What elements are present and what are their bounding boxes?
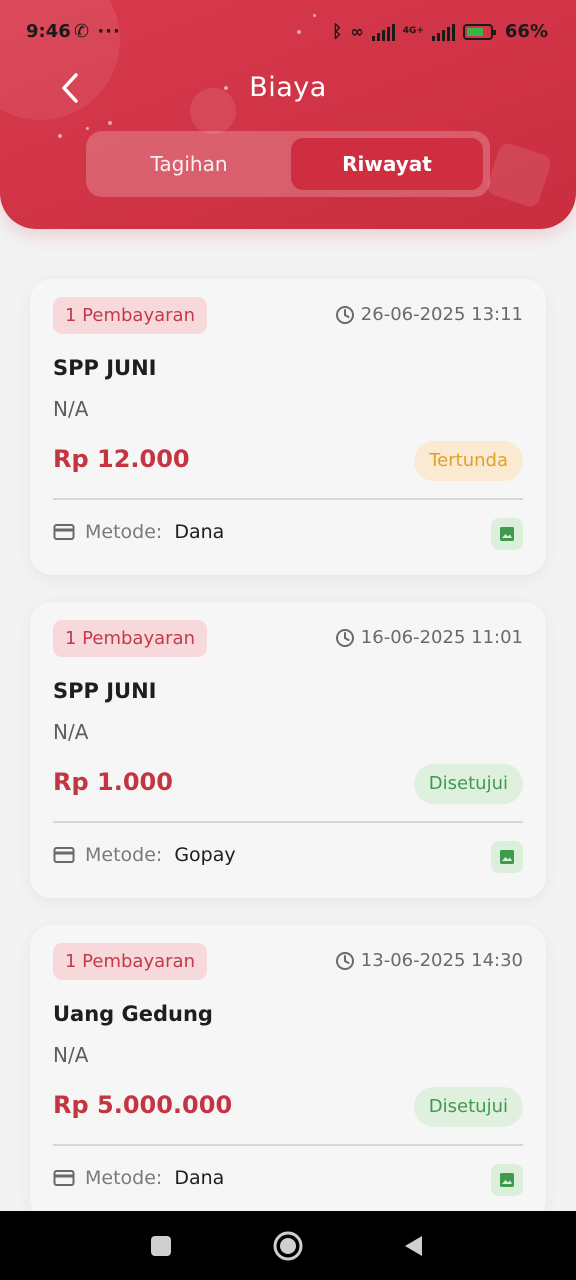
square-icon [151, 1235, 171, 1256]
payment-amount: Rp 12.000 [53, 445, 190, 473]
page-title: Biaya [249, 72, 327, 103]
payment-method: Metode: Dana [53, 521, 224, 543]
payment-datetime: 16-06-2025 11:01 [360, 627, 523, 648]
bluetooth-icon: ᛒ [332, 21, 343, 42]
divider [53, 821, 523, 823]
notification-icons: ✆ ··· [74, 21, 121, 42]
credit-card-icon [53, 1170, 75, 1186]
payment-amount: Rp 5.000.000 [53, 1091, 233, 1119]
divider [53, 498, 523, 500]
payment-amount: Rp 1.000 [53, 768, 173, 796]
credit-card-icon [53, 847, 75, 863]
payment-subtitle: N/A [53, 1043, 89, 1067]
payment-card[interactable]: 1 Pembayaran 13-06-2025 14:30 Uang Gedun… [30, 925, 546, 1221]
tab-riwayat[interactable]: Riwayat [291, 138, 483, 190]
network-type: 4G+ [402, 26, 424, 36]
payment-subtitle: N/A [53, 720, 89, 744]
view-proof-button[interactable] [491, 1164, 523, 1196]
credit-card-icon [53, 524, 75, 540]
system-nav-bar [0, 1211, 576, 1280]
payment-subtitle: N/A [53, 397, 89, 421]
payment-title: SPP JUNI [53, 679, 157, 703]
view-proof-button[interactable] [491, 518, 523, 550]
clock-icon [335, 951, 354, 970]
status-bar: 9:46 ✆ ··· ᛒ ∞ 4G+ 66% [0, 18, 576, 48]
payment-card[interactable]: 1 Pembayaran 26-06-2025 13:11 SPP JUNI N… [30, 279, 546, 575]
payment-count-badge: 1 Pembayaran [53, 943, 207, 980]
triangle-back-icon [405, 1235, 422, 1256]
tab-tagihan[interactable]: Tagihan [93, 138, 285, 190]
status-badge: Disetujui [413, 1087, 523, 1127]
image-icon [500, 1173, 514, 1187]
divider [53, 1144, 523, 1146]
payment-card[interactable]: 1 Pembayaran 16-06-2025 11:01 SPP JUNI N… [30, 602, 546, 898]
payment-title: Uang Gedung [53, 1002, 213, 1026]
method-value: Dana [174, 521, 225, 543]
back-nav-button[interactable] [383, 1211, 443, 1280]
payment-method: Metode: Dana [53, 1167, 224, 1189]
home-circle-icon [273, 1231, 303, 1260]
payment-datetime: 26-06-2025 13:11 [360, 304, 523, 325]
method-label: Metode: [85, 1167, 163, 1189]
payment-date: 16-06-2025 11:01 [335, 627, 523, 648]
battery-icon [462, 23, 496, 40]
payment-date: 26-06-2025 13:11 [335, 304, 523, 325]
payment-datetime: 13-06-2025 14:30 [360, 950, 523, 971]
method-label: Metode: [85, 844, 163, 866]
link-icon: ∞ [350, 22, 364, 41]
method-value: Dana [174, 1167, 225, 1189]
signal-icon [371, 23, 395, 41]
app-header: 9:46 ✆ ··· ᛒ ∞ 4G+ 66% Biaya Tagihan Riw… [0, 0, 576, 229]
payment-title: SPP JUNI [53, 356, 157, 380]
status-time: 9:46 [26, 21, 71, 42]
header-decoration [484, 140, 554, 210]
image-icon [500, 850, 514, 864]
method-label: Metode: [85, 521, 163, 543]
tab-switcher: Tagihan Riwayat [86, 131, 490, 197]
recents-button[interactable] [131, 1211, 191, 1280]
view-proof-button[interactable] [491, 841, 523, 873]
payment-method: Metode: Gopay [53, 844, 236, 866]
method-value: Gopay [174, 844, 236, 866]
battery-percent: 66% [504, 21, 548, 42]
payment-count-badge: 1 Pembayaran [53, 620, 207, 657]
status-badge: Disetujui [413, 764, 523, 804]
status-right: ᛒ ∞ 4G+ 66% [332, 21, 548, 42]
status-badge: Tertunda [414, 441, 523, 481]
image-icon [500, 527, 514, 541]
home-button[interactable] [258, 1211, 318, 1280]
payment-count-badge: 1 Pembayaran [53, 297, 207, 334]
clock-icon [335, 305, 354, 324]
clock-icon [335, 628, 354, 647]
signal-icon-2 [431, 23, 455, 41]
payment-date: 13-06-2025 14:30 [335, 950, 523, 971]
